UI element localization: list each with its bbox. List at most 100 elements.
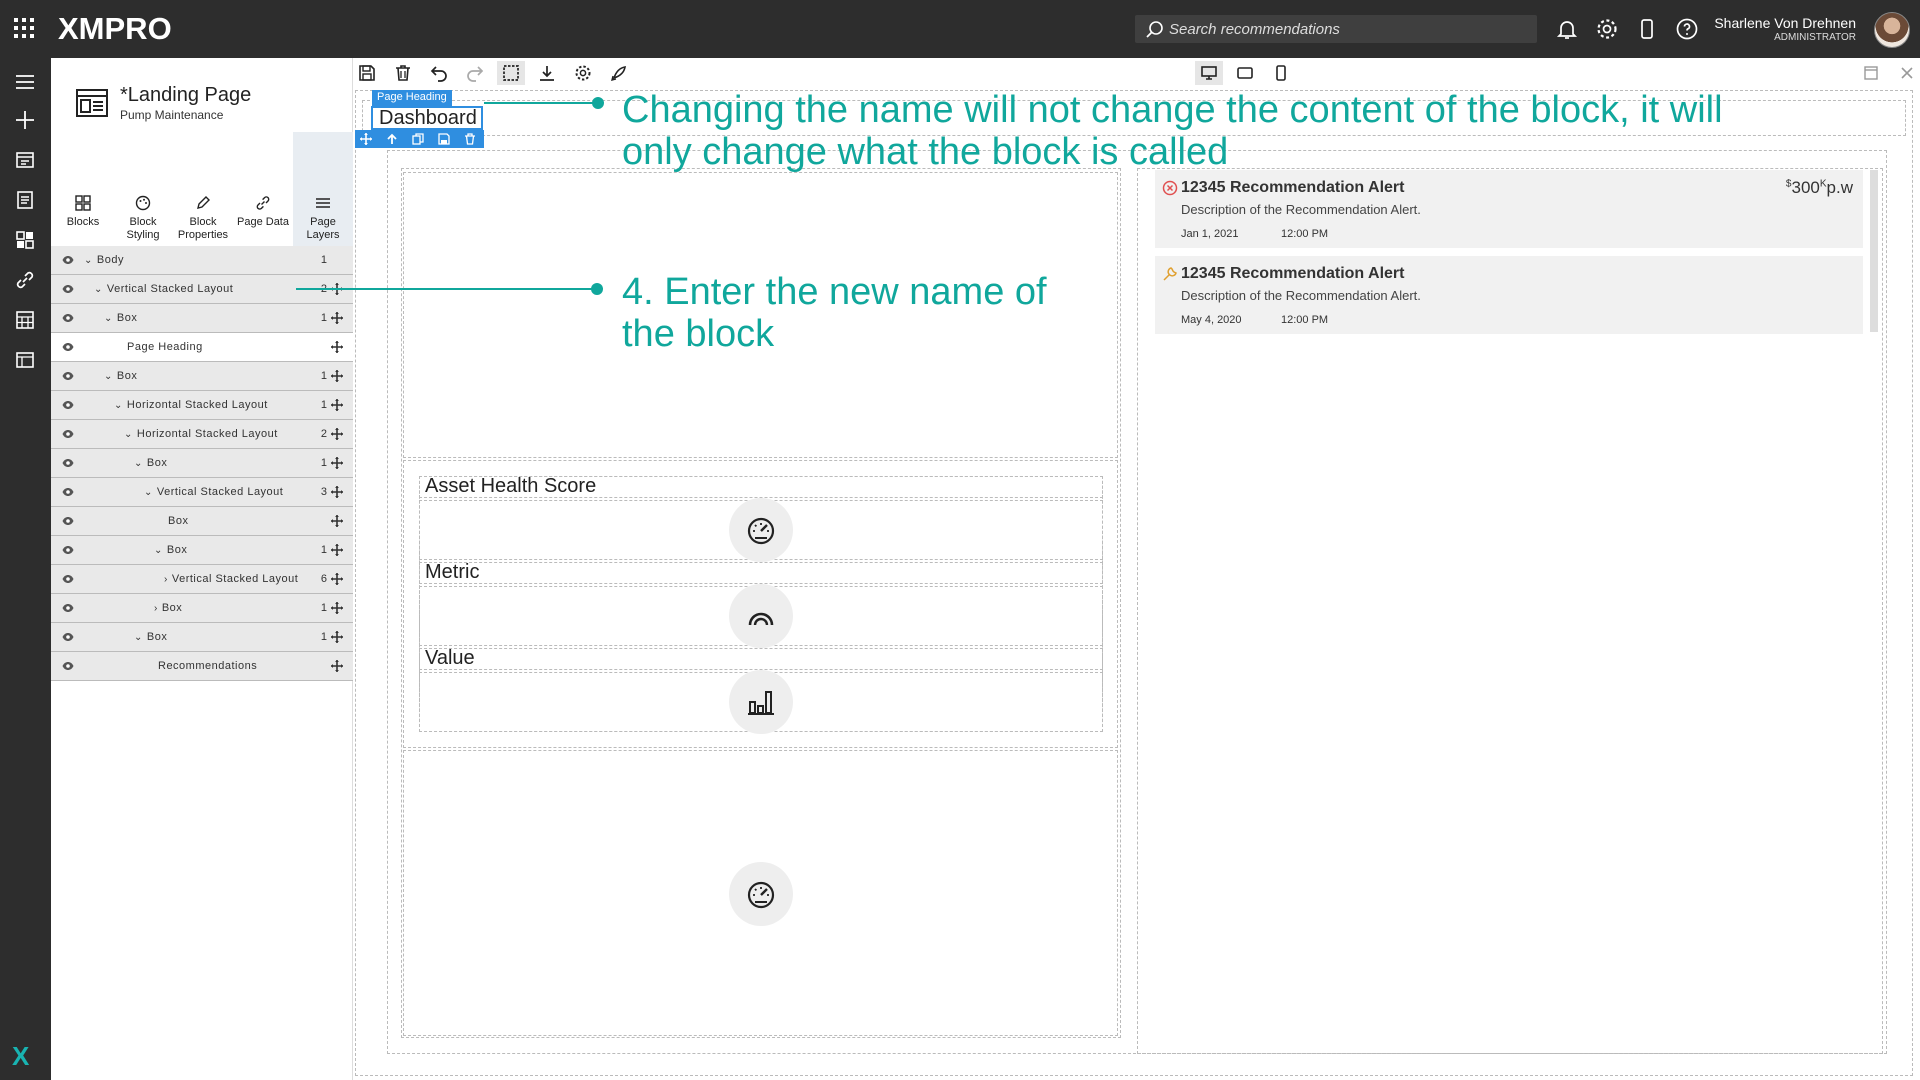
maximize-icon[interactable] <box>1862 64 1880 82</box>
move-icon[interactable] <box>331 457 343 469</box>
user-name[interactable]: Sharlene Von Drehnen <box>1714 15 1856 31</box>
chevron-icon[interactable]: ⌄ <box>154 545 163 556</box>
move-icon[interactable] <box>331 399 343 411</box>
layer-row[interactable]: ⌄ Body 1 <box>51 246 353 275</box>
chevron-icon[interactable]: ⌄ <box>104 371 113 382</box>
add-icon[interactable] <box>13 108 37 132</box>
layer-label[interactable]: Page Heading <box>127 341 203 353</box>
eye-icon[interactable] <box>62 574 74 584</box>
move-icon[interactable] <box>331 312 343 324</box>
gear-icon[interactable] <box>574 64 592 82</box>
help-icon[interactable] <box>1675 17 1699 41</box>
chevron-icon[interactable]: ⌄ <box>124 429 133 440</box>
move-icon[interactable] <box>331 660 343 672</box>
eye-icon[interactable] <box>62 255 74 265</box>
arrow-up-icon[interactable] <box>386 133 398 145</box>
layer-row[interactable]: ⌄ Horizontal Stacked Layout 1 <box>51 391 353 420</box>
apps-icon[interactable] <box>13 228 37 252</box>
gear-icon[interactable] <box>1595 17 1619 41</box>
chevron-icon[interactable]: › <box>164 574 168 585</box>
close-icon[interactable] <box>1898 64 1916 82</box>
chevron-icon[interactable]: ⌄ <box>84 255 93 266</box>
eye-icon[interactable] <box>62 603 74 613</box>
eye-icon[interactable] <box>62 342 74 352</box>
table-icon[interactable] <box>13 348 37 372</box>
move-icon[interactable] <box>360 133 372 145</box>
chevron-icon[interactable]: ⌄ <box>94 284 103 295</box>
layer-row-selected[interactable]: Page Heading <box>51 333 353 362</box>
layer-row[interactable]: ⌄ Box 1 <box>51 536 353 565</box>
chevron-icon[interactable]: ⌄ <box>134 458 143 469</box>
layer-row[interactable]: › Box 1 <box>51 594 353 623</box>
rocket-icon[interactable] <box>610 64 628 82</box>
chevron-icon[interactable]: ⌄ <box>104 313 113 324</box>
trash-icon[interactable] <box>394 64 412 82</box>
metric-widget[interactable] <box>729 584 793 648</box>
eye-icon[interactable] <box>62 516 74 526</box>
eye-icon[interactable] <box>62 458 74 468</box>
eye-icon[interactable] <box>62 632 74 642</box>
tab-blocks[interactable]: Blocks <box>53 132 113 246</box>
eye-icon[interactable] <box>62 284 74 294</box>
xmpro-x-icon[interactable]: X <box>12 1041 29 1072</box>
page-heading-block[interactable]: Dashboard <box>371 106 483 130</box>
mobile-icon[interactable] <box>1272 64 1290 82</box>
layer-row[interactable]: Box <box>51 507 353 536</box>
layer-row[interactable]: ⌄ Horizontal Stacked Layout 2 <box>51 420 353 449</box>
move-icon[interactable] <box>331 341 343 353</box>
link-icon[interactable] <box>13 268 37 292</box>
tab-block-styling[interactable]: Block Styling <box>113 132 173 246</box>
layer-row[interactable]: ⌄ Box 1 <box>51 623 353 652</box>
layer-row[interactable]: › Vertical Stacked Layout 6 <box>51 565 353 594</box>
eye-icon[interactable] <box>62 545 74 555</box>
layer-row[interactable]: ⌄ Vertical Stacked Layout 3 <box>51 478 353 507</box>
eye-icon[interactable] <box>62 487 74 497</box>
chevron-icon[interactable]: ⌄ <box>134 632 143 643</box>
move-icon[interactable] <box>331 428 343 440</box>
chevron-icon[interactable]: ⌄ <box>144 487 153 498</box>
desktop-icon[interactable] <box>1200 64 1218 82</box>
recommendation-card[interactable]: 12345 Recommendation Alert Description o… <box>1155 170 1863 248</box>
eye-icon[interactable] <box>62 313 74 323</box>
move-icon[interactable] <box>331 544 343 556</box>
move-icon[interactable] <box>331 573 343 585</box>
eye-icon[interactable] <box>62 661 74 671</box>
layer-row[interactable]: ⌄ Box 1 <box>51 304 353 333</box>
select-icon[interactable] <box>502 64 520 82</box>
avatar[interactable] <box>1874 12 1910 48</box>
layer-row[interactable]: ⌄ Box 1 <box>51 449 353 478</box>
save-icon[interactable] <box>358 64 376 82</box>
bell-icon[interactable] <box>1555 17 1579 41</box>
move-icon[interactable] <box>331 370 343 382</box>
move-icon[interactable] <box>331 486 343 498</box>
calculator-icon[interactable] <box>13 308 37 332</box>
tab-block-properties[interactable]: Block Properties <box>173 132 233 246</box>
dashboard-icon[interactable] <box>13 148 37 172</box>
move-icon[interactable] <box>331 515 343 527</box>
eye-icon[interactable] <box>62 429 74 439</box>
move-icon[interactable] <box>331 602 343 614</box>
redo-icon[interactable] <box>466 64 484 82</box>
layer-row[interactable]: ⌄ Box 1 <box>51 362 353 391</box>
recommendation-card[interactable]: 12345 Recommendation Alert Description o… <box>1155 256 1863 334</box>
chevron-icon[interactable]: ⌄ <box>114 400 123 411</box>
menu-icon[interactable] <box>13 70 37 94</box>
gauge-widget[interactable] <box>729 862 793 926</box>
document-icon[interactable] <box>13 188 37 212</box>
undo-icon[interactable] <box>430 64 448 82</box>
apps-grid-icon[interactable] <box>14 18 34 38</box>
copy-icon[interactable] <box>412 133 424 145</box>
value-widget[interactable] <box>729 670 793 734</box>
gauge-widget[interactable] <box>729 498 793 562</box>
mobile-icon[interactable] <box>1635 17 1659 41</box>
eye-icon[interactable] <box>62 371 74 381</box>
trash-icon[interactable] <box>464 133 476 145</box>
tablet-icon[interactable] <box>1236 64 1254 82</box>
eye-icon[interactable] <box>62 400 74 410</box>
tab-page-layers[interactable]: Page Layers <box>293 132 353 246</box>
app-logo[interactable]: XMPRO <box>58 11 172 47</box>
download-icon[interactable] <box>538 64 556 82</box>
move-icon[interactable] <box>331 631 343 643</box>
tab-page-data[interactable]: Page Data <box>233 132 293 246</box>
search-input[interactable]: Search recommendations <box>1135 15 1537 43</box>
